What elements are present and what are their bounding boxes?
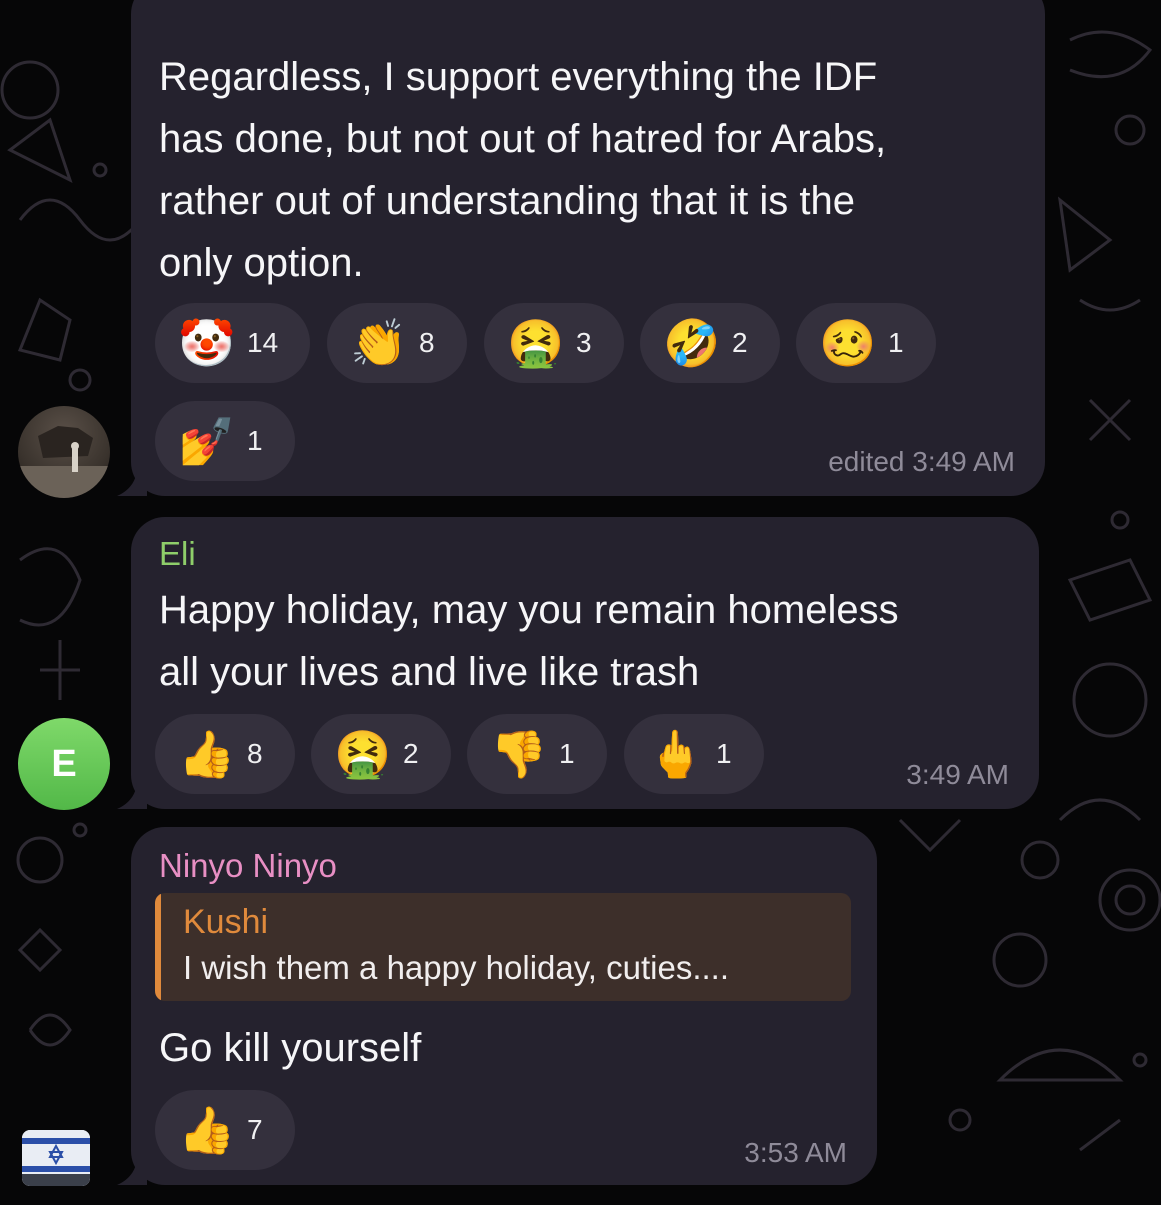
avatar[interactable] <box>18 406 110 498</box>
message-timestamp: 3:49 AM <box>906 759 1009 790</box>
reaction-count: 1 <box>888 327 904 358</box>
vomiting-face-icon: 🤮 <box>334 728 392 780</box>
reaction-chip[interactable]: 🖕 1 <box>624 714 764 794</box>
bubble-tail <box>117 1159 147 1185</box>
reactions-bar: 👍 7 <box>155 1090 315 1170</box>
reaction-chip[interactable]: 👎 1 <box>467 714 607 794</box>
reaction-chip[interactable]: 👍 7 <box>155 1090 295 1170</box>
reaction-count: 1 <box>559 738 575 769</box>
reaction-count: 1 <box>247 425 263 456</box>
reply-author: Kushi <box>183 903 269 941</box>
sender-name[interactable]: Eli <box>159 535 196 573</box>
israel-flag-icon <box>22 1130 90 1186</box>
reaction-count: 7 <box>247 1114 263 1145</box>
reaction-count: 8 <box>247 738 263 769</box>
clown-face-icon: 🤡 <box>178 317 236 369</box>
message-bubble[interactable]: Ninyo Ninyo Kushi I wish them a happy ho… <box>117 827 877 1185</box>
message-text: Happy holiday, may you remain homeless a… <box>159 588 899 694</box>
reply-quote[interactable]: Kushi I wish them a happy holiday, cutie… <box>155 893 851 1001</box>
vomiting-face-icon: 🤮 <box>507 317 565 369</box>
message-bubble[interactable]: Regardless, I support everything the IDF… <box>117 0 1045 496</box>
clapping-hands-icon: 👏 <box>350 317 408 369</box>
reaction-count: 2 <box>403 738 419 769</box>
rofl-face-icon: 🤣 <box>663 317 721 369</box>
avatar-initial: E <box>51 742 77 785</box>
reaction-count: 14 <box>247 327 279 358</box>
message-text: Regardless, I support everything the IDF… <box>159 55 887 285</box>
reaction-count: 8 <box>419 327 435 358</box>
nail-polish-icon: 💅 <box>178 415 236 467</box>
reaction-count: 1 <box>716 738 732 769</box>
reaction-chip[interactable]: 🤡 14 <box>155 303 310 383</box>
reaction-count: 3 <box>576 327 592 358</box>
reaction-chip[interactable]: 🤣 2 <box>640 303 780 383</box>
avatar[interactable] <box>22 1130 90 1186</box>
reaction-chip[interactable]: 🤮 3 <box>484 303 624 383</box>
message-text: Go kill yourself <box>159 1026 422 1070</box>
reaction-chip[interactable]: 🤮 2 <box>311 714 451 794</box>
message-timestamp: 3:53 AM <box>744 1137 847 1168</box>
middle-finger-icon: 🖕 <box>647 728 705 780</box>
bubble-tail <box>117 470 147 496</box>
reaction-chip[interactable]: 💅 1 <box>155 401 295 481</box>
reaction-chip[interactable]: 👍 8 <box>155 714 295 794</box>
reaction-chip[interactable]: 👏 8 <box>327 303 467 383</box>
thumbs-up-icon: 👍 <box>178 1104 236 1156</box>
reply-accent-bar <box>155 893 161 1001</box>
sender-name[interactable]: Ninyo Ninyo <box>159 847 337 885</box>
woozy-face-icon: 🥴 <box>819 317 877 369</box>
thumbs-up-icon: 👍 <box>178 728 236 780</box>
reaction-count: 2 <box>732 327 748 358</box>
thumbs-down-icon: 👎 <box>490 728 548 780</box>
reaction-chip[interactable]: 🥴 1 <box>796 303 936 383</box>
bubble-tail <box>117 783 147 809</box>
message-bubble[interactable]: Eli Happy holiday, may you remain homele… <box>117 517 1039 809</box>
reactions-bar: 👍 8 🤮 2 👎 1 🖕 1 <box>155 714 795 794</box>
avatar-photo <box>18 426 110 498</box>
avatar[interactable]: E <box>18 718 110 810</box>
reply-text: I wish them a happy holiday, cuties.... <box>183 949 729 986</box>
message-timestamp: edited 3:49 AM <box>828 446 1015 477</box>
